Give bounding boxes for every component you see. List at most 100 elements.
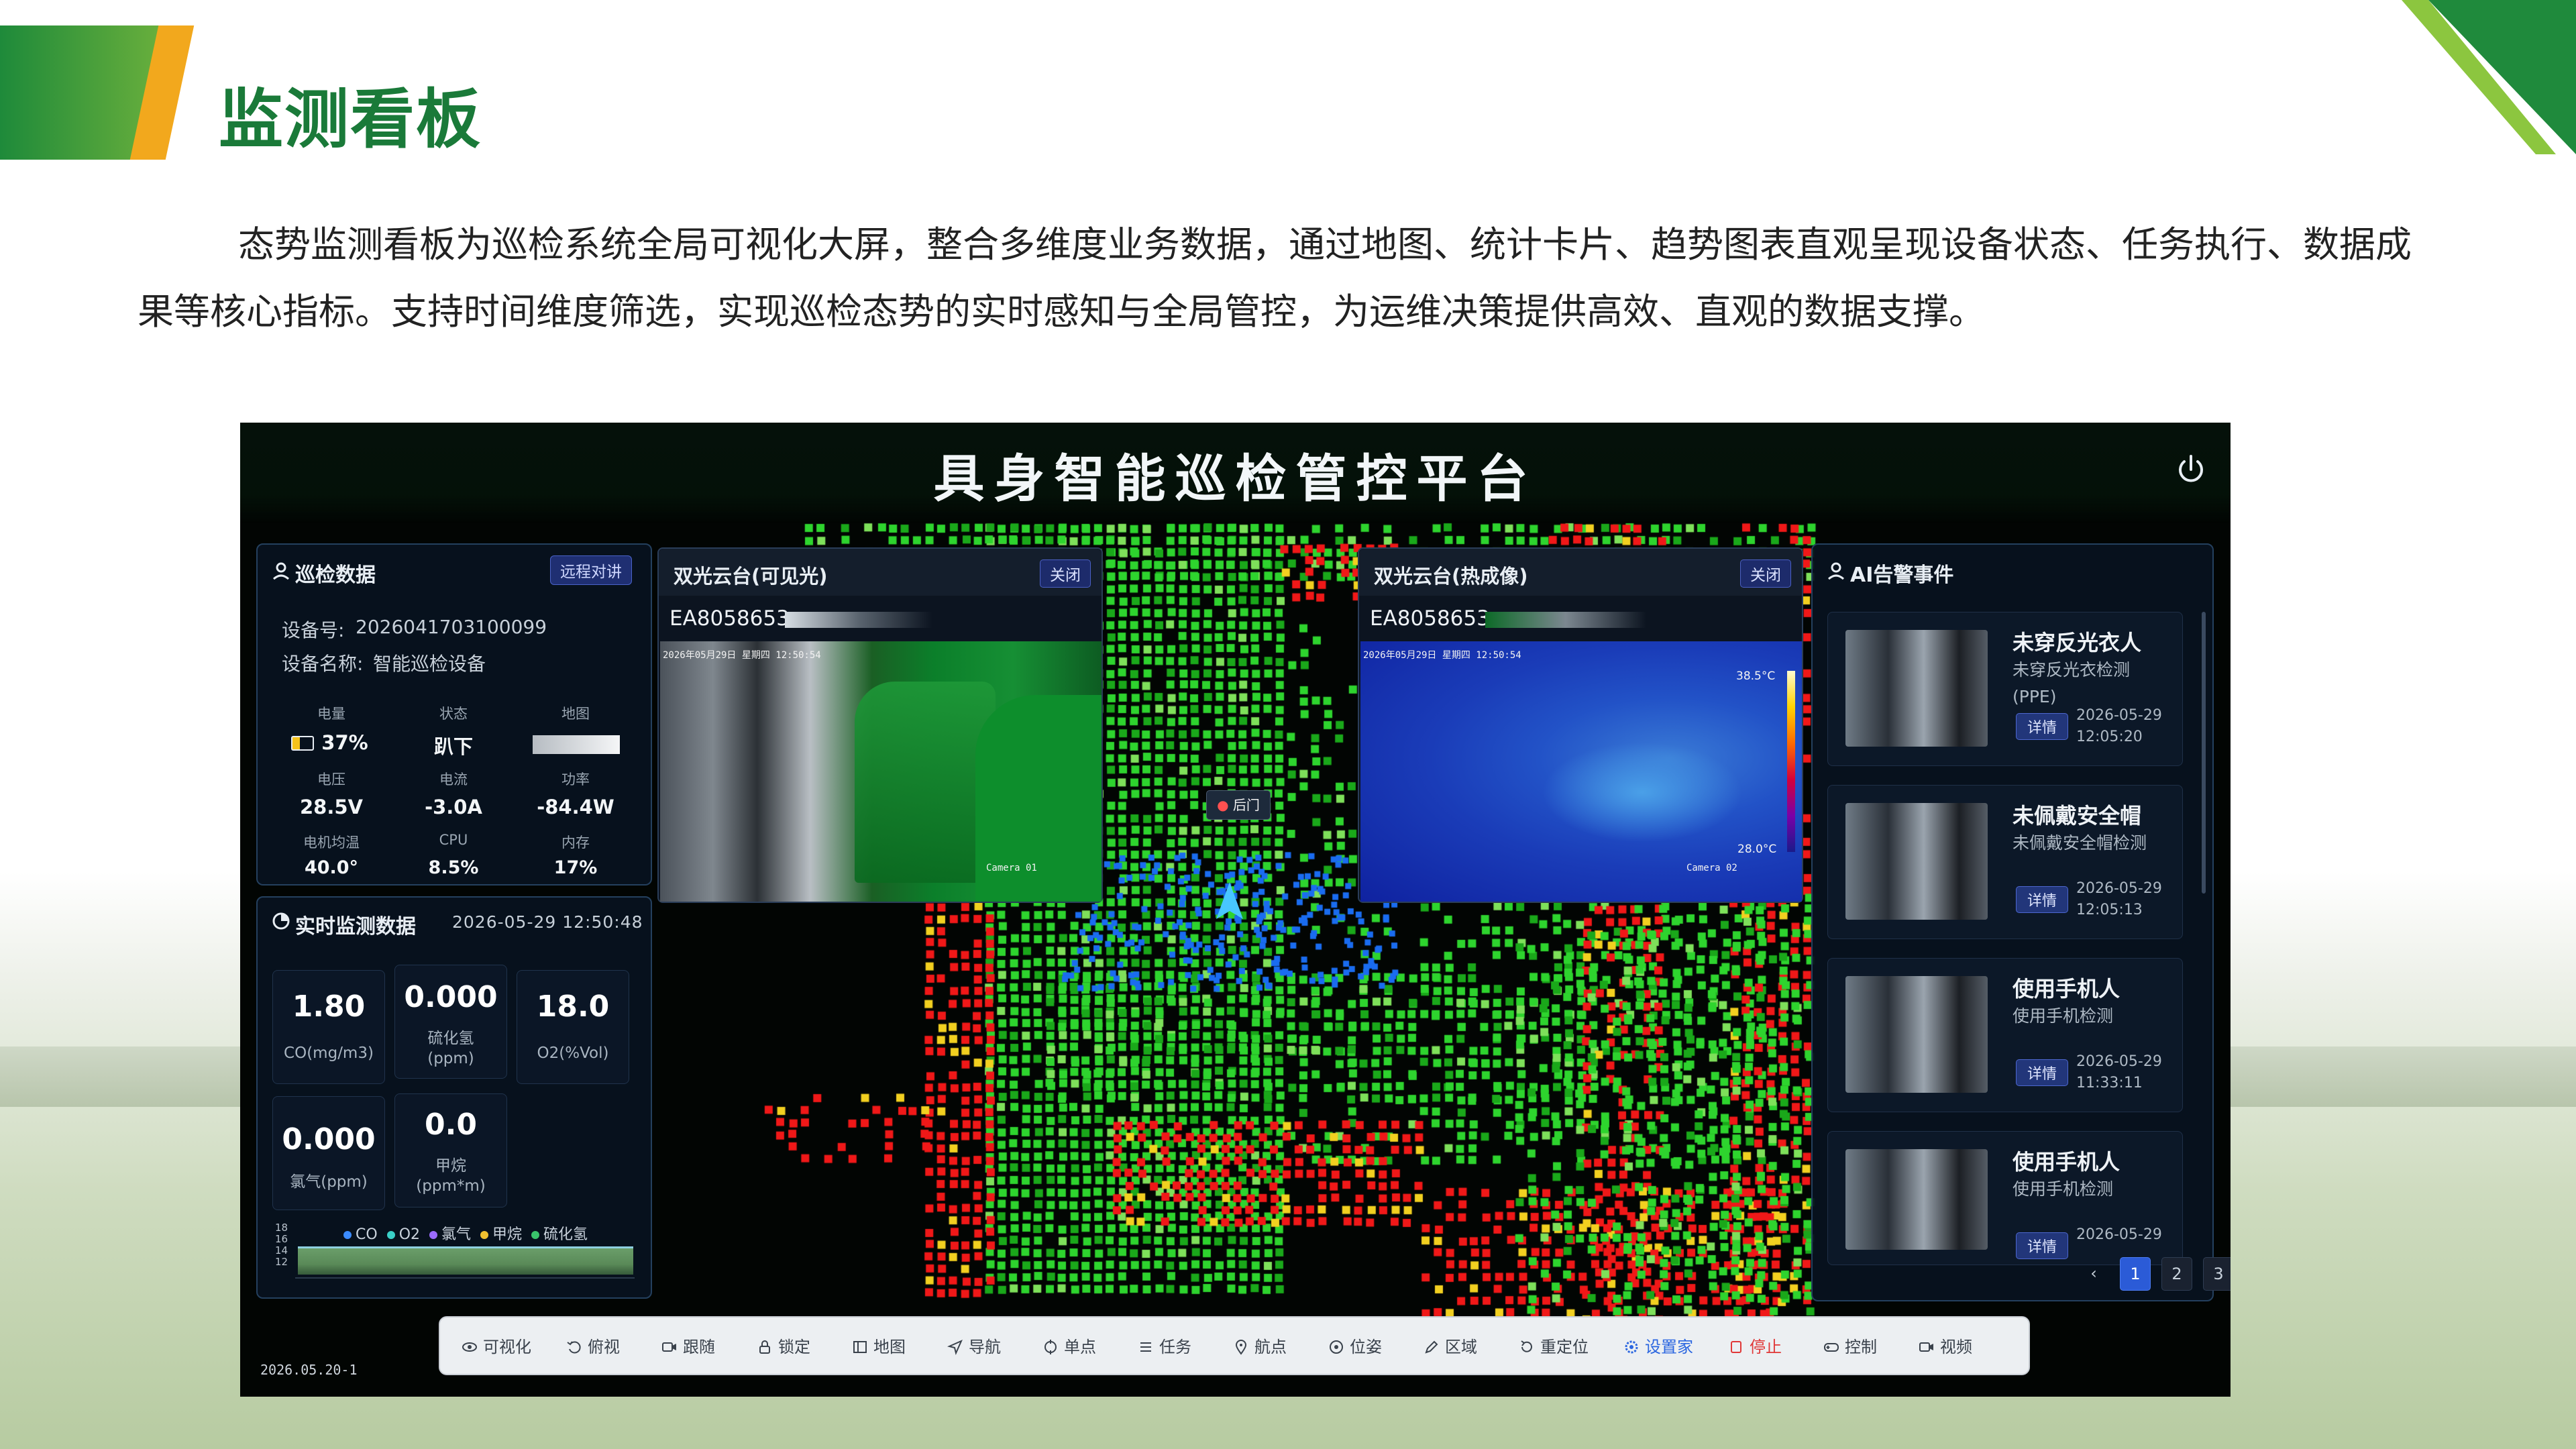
alert-date-day: 2026-05-29 — [2076, 880, 2162, 897]
toolbar-button-label: 区域 — [1445, 1338, 1477, 1356]
thermal-hot-spot — [1542, 742, 1743, 843]
toolbar-button-label: 可视化 — [483, 1338, 531, 1356]
alert-item[interactable]: 未穿反光衣人 未穿反光衣检测(PPE) 详情 2026-05-29 12:05:2… — [1827, 612, 2183, 766]
legend-label: 硫化氢 — [543, 1226, 588, 1243]
page-button[interactable]: 1 — [2120, 1257, 2151, 1291]
alert-scrollbar[interactable] — [2202, 612, 2206, 894]
alert-item[interactable]: 未佩戴安全帽 未佩戴安全帽检测 详情 2026-05-29 12:05:13 — [1827, 785, 2183, 939]
alert-date-time: 12:05:13 — [2076, 902, 2143, 918]
toolbar-button-label: 俯视 — [588, 1338, 620, 1356]
stat-label: 电流 — [439, 771, 468, 788]
stat-label: 功率 — [561, 771, 590, 788]
realtime-monitor-panel: 实时监测数据 2026-05-29 12:50:48 1.80 CO(mg/m3… — [256, 896, 652, 1299]
pencil-icon — [1425, 1340, 1438, 1354]
gas-unit: 硫化氢 (ppm) — [427, 1030, 474, 1067]
alert-detail-button[interactable]: 详情 — [2016, 1059, 2069, 1086]
gas-value: 0.000 — [282, 1122, 376, 1157]
corner-decoration — [2402, 0, 2576, 154]
toolbar-button[interactable]: 设置家 — [1623, 1318, 1693, 1377]
toolbar-button-label: 跟随 — [683, 1338, 715, 1356]
toolbar-button[interactable]: 跟随 — [661, 1318, 715, 1377]
alert-thumbnail[interactable] — [1845, 630, 1988, 747]
toolbar-button[interactable]: 位姿 — [1328, 1318, 1382, 1377]
alert-detail-button[interactable]: 详情 — [2016, 886, 2069, 913]
camera-icon — [662, 1342, 676, 1352]
toolbar-button-label: 视频 — [1940, 1338, 1972, 1356]
legend-dot-icon — [531, 1231, 540, 1239]
camera-visible-feed[interactable]: 2026年05月29日 星期四 12:50:54 Camera 01 — [660, 641, 1102, 902]
alert-date: 2026-05-29 11:33:11 — [2076, 1051, 2162, 1094]
alert-detail-button[interactable]: 详情 — [2016, 1232, 2069, 1259]
alert-date: 2026-05-29 12:05:20 — [2076, 705, 2162, 748]
toolbar-button[interactable]: 任务 — [1138, 1318, 1191, 1377]
camera-visible-close-button[interactable]: 关闭 — [1040, 559, 1091, 588]
gas-unit: CO(mg/m3) — [284, 1044, 374, 1062]
map-icon — [853, 1341, 867, 1353]
relocate-icon — [1521, 1340, 1532, 1352]
alert-item[interactable]: 使用手机人 使用手机检测 详情 2026-05-29 — [1827, 1131, 2183, 1265]
alert-title: 使用手机人 — [2012, 976, 2121, 1002]
ai-alert-panel: AI告警事件 未穿反光衣人 未穿反光衣检测(PPE) 详情 2026-05-29… — [1811, 543, 2214, 1301]
footer-timestamp: 2026.05.20-1 — [260, 1362, 358, 1378]
toolbar-button[interactable]: 单点 — [1042, 1318, 1096, 1377]
patrol-panel-title: 巡检数据 — [295, 564, 376, 587]
device-number-value: 2026041703100099 — [356, 616, 547, 638]
alert-item[interactable]: 使用手机人 使用手机检测 详情 2026-05-29 11:33:11 — [1827, 958, 2183, 1112]
legend-item[interactable]: O2 — [386, 1226, 420, 1243]
stat-value: 37% — [321, 731, 368, 754]
alert-thumbnail[interactable] — [1845, 976, 1988, 1093]
toolbar-button-label: 地图 — [873, 1338, 906, 1356]
stat-label: 电压 — [317, 771, 345, 788]
legend-item[interactable]: 甲烷 — [480, 1226, 522, 1243]
map-location-label[interactable]: ● 后门 — [1206, 790, 1271, 820]
legend-item[interactable]: 氯气 — [429, 1226, 471, 1243]
toolbar-button[interactable]: 停止 — [1728, 1318, 1782, 1377]
toolbar-button-label: 重定位 — [1540, 1338, 1589, 1356]
legend-dot-icon — [429, 1231, 438, 1239]
camera-thermal-close-button[interactable]: 关闭 — [1740, 559, 1791, 588]
realtime-panel-title: 实时监测数据 — [295, 915, 416, 938]
alert-date: 2026-05-29 — [2076, 1224, 2162, 1246]
page-prev-button[interactable]: ‹ — [2078, 1257, 2109, 1291]
camera-visible-device: EA8058653 — [669, 606, 790, 631]
alert-subtitle: 使用手机检测 — [2012, 1006, 2114, 1026]
camera-visible-overlay-cam: Camera 01 — [986, 863, 1037, 873]
alert-detail-button[interactable]: 详情 — [2016, 713, 2069, 740]
legend-item[interactable]: CO — [343, 1226, 378, 1243]
stat-value: 17% — [553, 857, 598, 878]
map-thumbnail[interactable] — [533, 735, 620, 754]
lock-icon — [759, 1340, 770, 1354]
gas-value: 18.0 — [536, 989, 610, 1024]
power-icon[interactable] — [2172, 451, 2210, 488]
toolbar-button[interactable]: 地图 — [852, 1318, 906, 1377]
chart-legend: CO O2 氯气 甲烷 硫化氢 — [343, 1222, 597, 1243]
alert-subtitle: 未佩戴安全帽检测 — [2012, 833, 2147, 853]
toolbar-button-label: 导航 — [969, 1338, 1001, 1356]
toolbar-button-label: 位姿 — [1350, 1338, 1382, 1356]
gas-card-h2s: 0.000 硫化氢 (ppm) — [394, 965, 507, 1079]
alert-thumbnail[interactable] — [1845, 803, 1988, 920]
alert-subtitle: 未穿反光衣检测(PPE) — [2012, 660, 2131, 706]
toolbar-button[interactable]: 锁定 — [757, 1318, 810, 1377]
camera-feed-machine — [855, 682, 996, 883]
toolbar-button[interactable]: 控制 — [1823, 1318, 1877, 1377]
legend-label: CO — [356, 1226, 378, 1243]
legend-item[interactable]: 硫化氢 — [531, 1226, 588, 1243]
toolbar-button[interactable]: 重定位 — [1519, 1318, 1589, 1377]
alert-thumbnail[interactable] — [1845, 1149, 1988, 1250]
y-tick: 16 — [275, 1233, 288, 1245]
gas-value: 0.000 — [404, 980, 498, 1014]
toolbar-button[interactable]: 视频 — [1919, 1318, 1972, 1377]
toolbar-button[interactable]: 航点 — [1233, 1318, 1287, 1377]
page-button[interactable]: 2 — [2161, 1257, 2192, 1291]
toolbar-button[interactable]: 导航 — [947, 1318, 1001, 1377]
pie-chart-icon — [272, 912, 290, 930]
toolbar-button[interactable]: 可视化 — [462, 1318, 531, 1377]
toolbar-button[interactable]: 区域 — [1424, 1318, 1477, 1377]
toolbar-button[interactable]: 俯视 — [566, 1318, 620, 1377]
robot-position-marker — [1216, 882, 1243, 919]
camera-thermal-feed[interactable]: 2026年05月29日 星期四 12:50:54 38.5°C 28.0°C C… — [1360, 641, 1802, 902]
stat-label: 内存 — [561, 835, 590, 851]
page-button[interactable]: 3 — [2203, 1257, 2231, 1291]
remote-intercom-button[interactable]: 远程对讲 — [550, 555, 632, 585]
